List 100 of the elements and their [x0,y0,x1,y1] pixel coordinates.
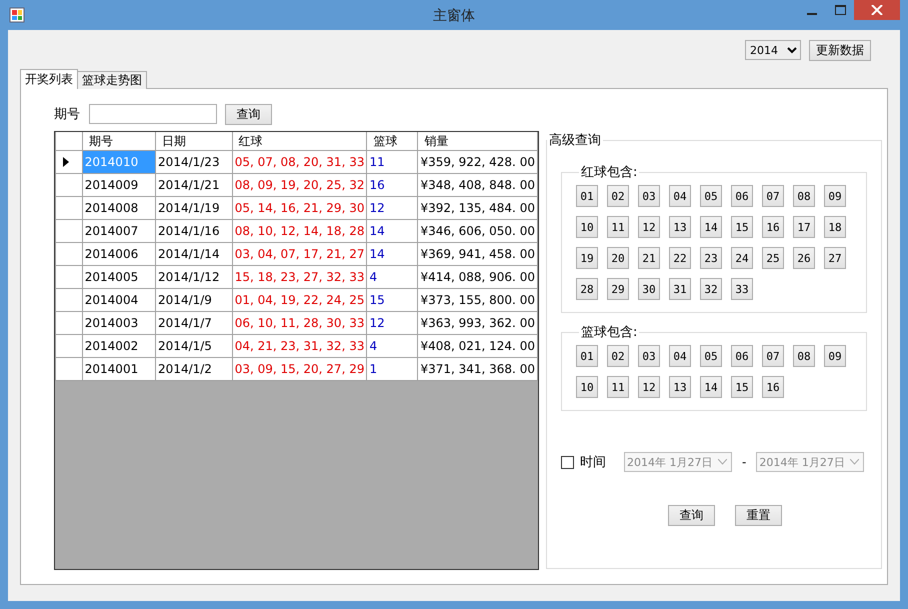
table-cell: 14 [366,220,418,242]
number-button[interactable]: 15 [731,216,753,238]
number-button[interactable]: 01 [576,345,598,367]
number-button[interactable]: 16 [762,216,784,238]
table-cell: 2014007 [82,220,156,242]
number-button[interactable]: 31 [669,278,691,300]
table-cell: 4 [366,266,418,288]
table-cell: 03, 09, 15, 20, 27, 29 [232,358,367,380]
table-cell: ¥348, 408, 848. 00 [418,174,538,196]
table-cell: ¥373, 155, 800. 00 [418,288,538,312]
table-cell: ¥414, 088, 906. 00 [418,266,538,288]
number-button[interactable]: 09 [824,345,846,367]
group-title: 红球包含: [580,164,638,181]
number-button[interactable]: 14 [700,376,722,398]
table-cell: 11 [366,150,418,174]
number-button[interactable]: 14 [700,216,722,238]
number-button[interactable]: 07 [762,345,784,367]
number-button[interactable]: 30 [638,278,660,300]
table-cell: 12 [366,312,418,334]
number-button[interactable]: 15 [731,376,753,398]
number-button[interactable]: 01 [576,185,598,207]
number-button[interactable]: 25 [762,247,784,269]
number-button[interactable]: 03 [638,185,660,207]
table-cell: 15 [366,288,418,312]
number-button[interactable]: 24 [731,247,753,269]
tab[interactable]: 篮球走势图 [77,71,147,89]
table-cell: 2014001 [82,358,156,380]
table-cell: 2014/1/23 [156,150,232,174]
column-header[interactable]: 日期 [156,132,232,150]
number-button[interactable]: 05 [700,345,722,367]
maximize-icon [834,5,846,15]
table-cell: 05, 14, 16, 21, 29, 30 [232,196,367,220]
close-button[interactable] [854,0,900,20]
number-button[interactable]: 13 [669,376,691,398]
date-range-separator: - [742,455,746,469]
table-cell: 2014008 [82,196,156,220]
table-cell: 2014/1/7 [156,312,232,334]
table-cell: 15, 18, 23, 27, 32, 33 [232,266,367,288]
table-cell: 2014002 [82,334,156,358]
table-cell: 2014006 [82,242,156,266]
number-button[interactable]: 03 [638,345,660,367]
table-cell: 01, 04, 19, 22, 24, 25 [232,288,367,312]
number-button[interactable]: 13 [669,216,691,238]
number-button[interactable]: 02 [607,345,629,367]
number-button[interactable]: 02 [607,185,629,207]
number-button[interactable]: 04 [669,345,691,367]
app-icon [9,7,25,23]
action-button[interactable]: 重置 [735,505,782,526]
number-button[interactable]: 06 [731,185,753,207]
row-header[interactable] [56,150,82,174]
number-button[interactable]: 22 [669,247,691,269]
number-button[interactable]: 10 [576,216,598,238]
number-button[interactable]: 09 [824,185,846,207]
number-button[interactable]: 26 [793,247,815,269]
column-header[interactable]: 销量 [418,132,538,150]
update-data-button[interactable]: 更新数据 [809,40,871,61]
year-dropdown[interactable]: 2014 [745,40,801,60]
table-cell: 2014/1/2 [156,358,232,380]
number-button[interactable]: 20 [607,247,629,269]
table-cell: ¥346, 606, 050. 00 [418,220,538,242]
number-button[interactable]: 04 [669,185,691,207]
issue-input-field[interactable] [89,104,217,124]
number-button[interactable]: 28 [576,278,598,300]
number-button[interactable]: 11 [607,376,629,398]
number-button[interactable]: 23 [700,247,722,269]
table-cell: 16 [366,174,418,196]
table-cell: 14 [366,242,418,266]
number-button[interactable]: 08 [793,345,815,367]
number-button[interactable]: 16 [762,376,784,398]
number-button[interactable]: 12 [638,376,660,398]
table-cell: 2014003 [82,312,156,334]
search-button[interactable]: 查询 [225,104,272,124]
number-button[interactable]: 21 [638,247,660,269]
tab[interactable]: 开奖列表 [20,69,78,89]
number-button[interactable]: 06 [731,345,753,367]
minimize-icon [807,13,817,15]
table-cell: 2014/1/19 [156,196,232,220]
number-button[interactable]: 29 [607,278,629,300]
number-button[interactable]: 19 [576,247,598,269]
action-button[interactable]: 查询 [668,505,715,526]
column-header[interactable]: 红球 [232,132,367,150]
number-button[interactable]: 08 [793,185,815,207]
table-cell: 05, 07, 08, 20, 31, 33 [232,150,367,174]
number-button[interactable]: 32 [700,278,722,300]
table-cell: 06, 10, 11, 28, 30, 33 [232,312,367,334]
number-button[interactable]: 10 [576,376,598,398]
number-button[interactable]: 17 [793,216,815,238]
number-button[interactable]: 07 [762,185,784,207]
number-button[interactable]: 12 [638,216,660,238]
table-cell: 08, 10, 12, 14, 18, 28 [232,220,367,242]
number-button[interactable]: 33 [731,278,753,300]
number-button[interactable]: 11 [607,216,629,238]
panel-title: 高级查询 [548,132,602,149]
group-title: 篮球包含: [580,324,638,341]
column-header[interactable]: 篮球 [366,132,418,150]
number-button[interactable]: 05 [700,185,722,207]
number-button[interactable]: 27 [824,247,846,269]
column-header[interactable]: 期号 [82,132,156,150]
number-button[interactable]: 18 [824,216,846,238]
time-label: 时间 [580,454,606,471]
